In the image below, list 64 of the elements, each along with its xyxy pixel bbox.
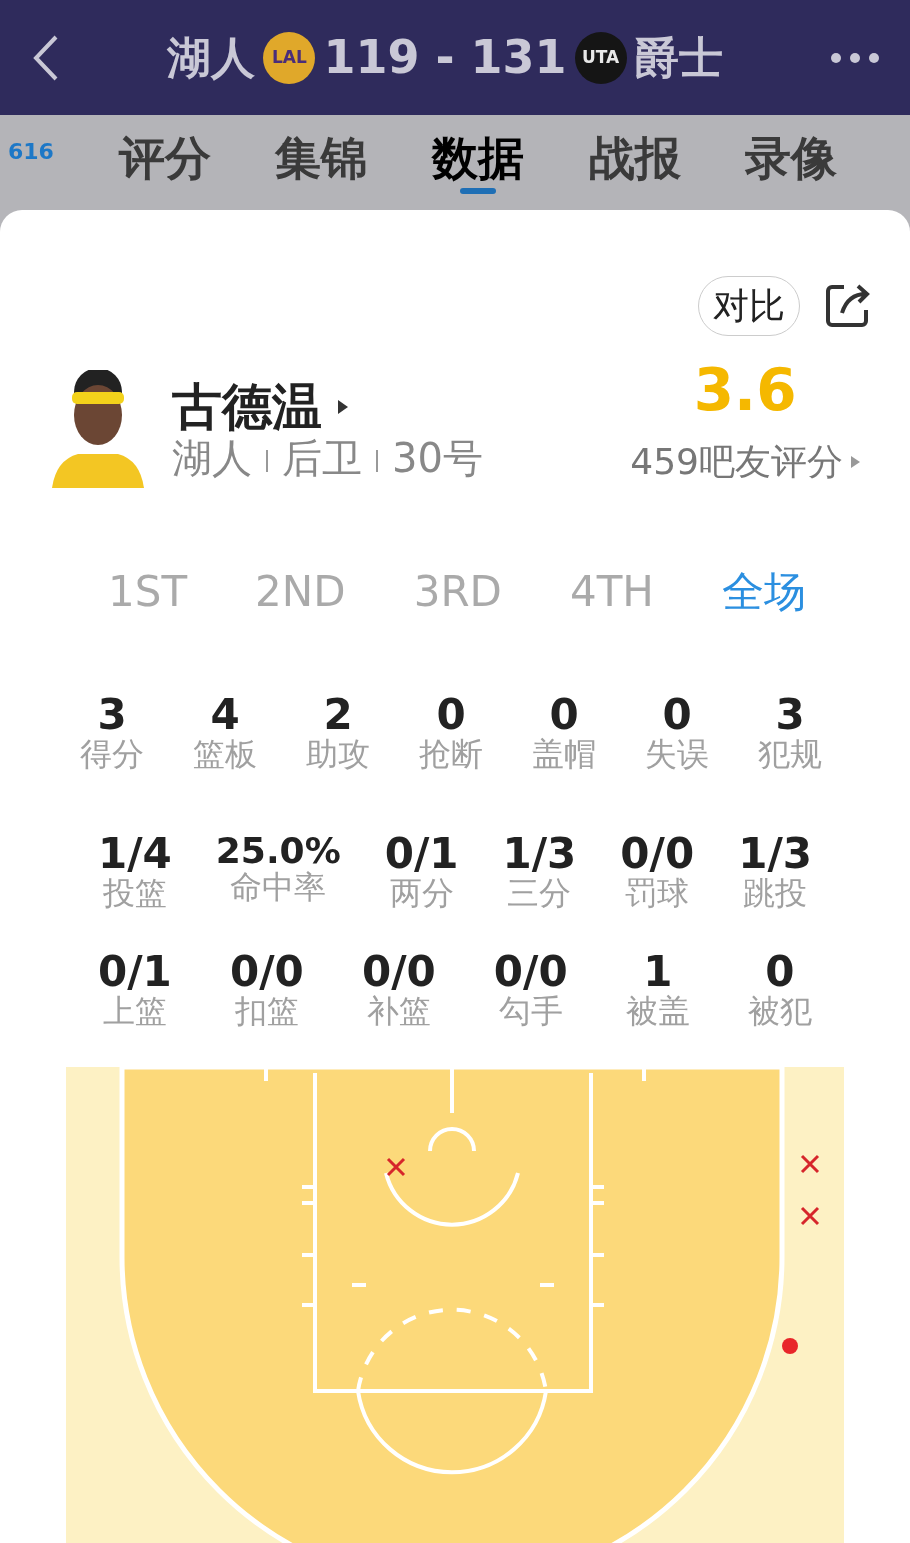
comment-count: 616 (8, 138, 54, 166)
stat-label: 两分 (389, 876, 454, 912)
caret-icon[interactable] (338, 400, 348, 414)
rating-count[interactable]: 459吧友评分 (630, 435, 843, 489)
stat-label: 三分 (507, 876, 572, 912)
stat-label: 抢断 (419, 737, 483, 773)
period-tab[interactable]: 全场 (722, 560, 806, 623)
rating-score: 3.6 (693, 361, 797, 419)
stat-label: 扣篮 (234, 993, 299, 1029)
stat-value: 1 (643, 949, 673, 994)
stat-label: 被犯 (747, 993, 812, 1029)
tab[interactable]: 集锦 (275, 130, 368, 195)
stat-value: 0/0 (493, 949, 568, 994)
stat-label: 命中率 (230, 870, 327, 906)
missed-shot-marker (800, 1206, 820, 1226)
stat-value: 2 (323, 693, 353, 738)
team-name: 爵士 (634, 30, 723, 85)
player-team: 湖人 (172, 434, 252, 481)
missed-shot-marker (386, 1157, 406, 1177)
tab[interactable]: 录像 (745, 130, 838, 195)
stat-value: 0/1 (384, 832, 459, 877)
stat-label: 失误 (645, 737, 709, 773)
stat-value: 0 (549, 693, 579, 738)
tab[interactable]: 数据 (431, 130, 524, 195)
player-name[interactable]: 古德温 (172, 379, 322, 435)
stat-label: 罚球 (625, 876, 690, 912)
compare-button[interactable]: 对比 (698, 276, 800, 336)
stat-value: 0 (662, 693, 692, 738)
stat-label: 盖帽 (532, 737, 596, 773)
stat-label: 投篮 (102, 876, 167, 912)
player-number: 30号 (392, 434, 483, 481)
stat-value: 0/1 (98, 949, 172, 994)
stat-label: 补篮 (366, 993, 431, 1029)
team-logo: UTA (574, 31, 627, 84)
share-icon[interactable] (824, 282, 872, 330)
stat-value: 25.0% (215, 832, 341, 871)
stat-label: 勾手 (498, 993, 563, 1029)
stat-value: 0/0 (229, 949, 304, 994)
player-position: 后卫 (282, 434, 362, 481)
more-icon[interactable] (830, 51, 880, 64)
stat-label: 被盖 (625, 993, 690, 1029)
stat-value: 3 (775, 693, 805, 738)
stat-value: 1/3 (738, 832, 812, 877)
game-score: 119 - 131 (323, 29, 567, 86)
stat-label: 犯规 (758, 737, 822, 773)
team-name: 湖人 (167, 30, 256, 85)
stat-label: 助攻 (306, 737, 370, 773)
stat-value: 4 (210, 693, 240, 738)
tab[interactable]: 战报 (588, 130, 681, 195)
tab[interactable]: 评分 (118, 130, 211, 195)
made-shot-marker (782, 1337, 798, 1354)
stat-label: 篮板 (193, 737, 257, 773)
stat-value: 0/0 (361, 949, 436, 994)
missed-shot-marker (800, 1154, 820, 1174)
stat-label: 跳投 (743, 876, 808, 912)
stat-value: 3 (97, 693, 127, 738)
stat-value: 1/3 (502, 832, 577, 877)
stat-label: 得分 (80, 737, 144, 773)
stat-label: 上篮 (102, 993, 167, 1029)
team-logo: LAL (263, 31, 316, 84)
stat-value: 0/0 (620, 832, 695, 877)
stat-value: 0 (765, 949, 795, 994)
stat-value: 1/4 (98, 832, 172, 877)
stat-value: 0 (436, 693, 466, 738)
